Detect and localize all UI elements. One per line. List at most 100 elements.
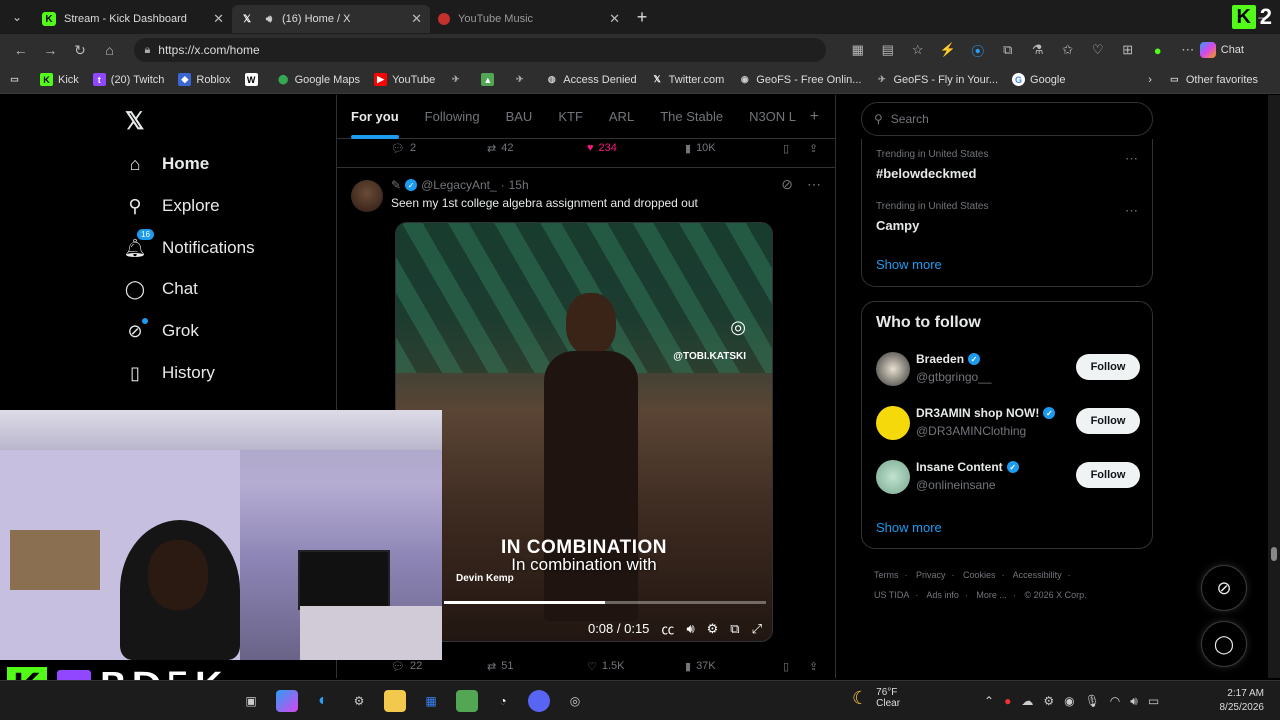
trend-item[interactable]: Trending in United States #belowdeckmed: [876, 149, 988, 181]
follow-button[interactable]: Follow: [1076, 408, 1140, 434]
follow-suggestion[interactable]: DR3AMIN shop NOW! ✓ @DR3AMINClothing Foll…: [876, 404, 1140, 444]
bookmark-google-maps[interactable]: ⬤ Google Maps: [277, 73, 360, 86]
wifi-icon[interactable]: ◠: [1110, 694, 1120, 708]
more-icon[interactable]: ⋯: [1125, 151, 1138, 167]
task-view-icon[interactable]: ▣: [240, 690, 262, 712]
sidebar-item-chat[interactable]: ◯ Chat: [124, 278, 198, 300]
tab-following[interactable]: Following: [425, 95, 480, 139]
extension-icon[interactable]: ⦿: [966, 41, 990, 60]
volume-icon[interactable]: 🔊︎: [686, 621, 694, 637]
reader-icon[interactable]: ▤: [876, 42, 900, 58]
browser-tab-x[interactable]: 𝕏 🔊︎ (16) Home / X ✕: [232, 5, 430, 33]
captions-icon[interactable]: ㏄: [661, 619, 674, 638]
close-tab-icon[interactable]: ✕: [213, 11, 224, 27]
bookmark-kick[interactable]: K Kick: [40, 73, 79, 86]
grok-icon[interactable]: ⊘: [781, 176, 793, 193]
views-button[interactable]: ▮ 10K: [685, 142, 716, 155]
extension-icon[interactable]: ⚡: [936, 42, 960, 58]
health-icon[interactable]: ♡: [1086, 42, 1110, 58]
bookmark-geofs-1[interactable]: ◉ GeoFS - Free Onlin...: [738, 73, 862, 86]
edge-icon[interactable]: ◐: [312, 690, 334, 712]
bookmark-unnamed[interactable]: ✈: [449, 73, 467, 86]
close-tab-icon[interactable]: ✕: [609, 11, 620, 27]
tab-actions-menu[interactable]: ⌄: [0, 0, 34, 34]
bookmark-twitch[interactable]: t (20) Twitch: [92, 73, 164, 86]
like-button[interactable]: ♥ 234: [587, 142, 617, 154]
more-icon[interactable]: ⋯: [1125, 203, 1138, 219]
video-progress-bar[interactable]: [444, 601, 766, 604]
tab-arl[interactable]: ARL: [609, 95, 634, 139]
repost-button[interactable]: ⇄ 42: [487, 142, 513, 155]
bookmark-access-denied[interactable]: ◍ Access Denied: [545, 73, 637, 86]
speaker-icon[interactable]: 🔊︎: [262, 12, 276, 26]
show-more-link[interactable]: Show more: [876, 520, 942, 535]
bookmark-button[interactable]: ▯: [783, 142, 789, 155]
tray-app-icon[interactable]: ☁: [1021, 694, 1033, 708]
avatar[interactable]: [876, 406, 910, 440]
footer-link[interactable]: Cookies: [963, 570, 996, 580]
steam-tray-icon[interactable]: ⚙: [1043, 694, 1054, 708]
puzzle-icon[interactable]: ⧉: [996, 42, 1020, 58]
follow-suggestion[interactable]: Braeden ✓ @gtbgringo__ Follow: [876, 350, 1140, 390]
footer-link[interactable]: US TIDA: [874, 590, 909, 600]
avatar[interactable]: [876, 352, 910, 386]
profile-icon[interactable]: ●: [1146, 43, 1170, 58]
bookmark-roblox[interactable]: ◆ Roblox: [178, 73, 231, 86]
weather-widget[interactable]: ☾ 76°F Clear: [852, 687, 900, 709]
browser-tab-youtube-music[interactable]: YouTube Music ✕: [430, 5, 628, 33]
footer-link[interactable]: Ads info: [926, 590, 959, 600]
settings-gear-icon[interactable]: ⚙: [707, 621, 719, 637]
collections-icon[interactable]: ⊞: [1116, 42, 1140, 58]
avatar[interactable]: [351, 180, 383, 212]
scrollbar-thumb[interactable]: [1271, 547, 1277, 561]
chevron-up-icon[interactable]: ⌃: [984, 694, 994, 708]
clock[interactable]: 2:17 AM 8/25/2026: [1220, 687, 1265, 715]
avatar[interactable]: [876, 460, 910, 494]
back-icon[interactable]: ←: [6, 42, 36, 58]
bookmark-w[interactable]: W: [244, 73, 263, 86]
bookmark-unnamed[interactable]: ▲: [481, 73, 499, 86]
trend-item[interactable]: Trending in United States Campy: [876, 201, 988, 233]
new-tab-button[interactable]: +: [628, 3, 656, 31]
refresh-icon[interactable]: ↻: [65, 42, 95, 59]
favorites-icon[interactable]: ✩: [1056, 42, 1080, 58]
battery-icon[interactable]: ▭: [1148, 694, 1159, 708]
tweet[interactable]: ✎ ✓ @LegacyAnt_ · 15h ⊘ ⋯ Seen my 1st co…: [337, 167, 835, 642]
forward-icon[interactable]: →: [36, 42, 66, 58]
apps-icon[interactable]: ▦: [846, 42, 870, 58]
tray-app-icon[interactable]: ●: [1004, 694, 1011, 708]
microphone-icon[interactable]: 🎙︎: [1085, 694, 1100, 708]
footer-link[interactable]: More ...: [976, 590, 1007, 600]
tab-bau[interactable]: BAU: [506, 95, 533, 139]
volume-icon[interactable]: 🔊︎: [1130, 694, 1138, 709]
messages-fab-button[interactable]: ◯: [1201, 621, 1247, 667]
copilot-chat-button[interactable]: Chat: [1199, 42, 1274, 58]
address-bar[interactable]: 🔒︎ https://x.com/home: [134, 38, 826, 62]
reply-button[interactable]: 💬︎ 2: [391, 142, 416, 155]
tab-for-you[interactable]: For you: [351, 95, 399, 139]
bookmark-google[interactable]: G Google: [1012, 73, 1066, 86]
store-icon[interactable]: ▦: [420, 690, 442, 712]
show-more-link[interactable]: Show more: [876, 257, 942, 272]
reply-button[interactable]: 💬︎ 22: [391, 660, 422, 673]
like-button[interactable]: ♡ 1.5K: [587, 660, 625, 673]
tab-the-stable[interactable]: The Stable: [660, 95, 723, 139]
bookmark-youtube[interactable]: ▶ YouTube: [374, 73, 435, 86]
bookmark-unnamed[interactable]: ✈: [513, 73, 531, 86]
favorite-star-icon[interactable]: ☆: [906, 42, 930, 58]
home-icon[interactable]: ⌂: [95, 42, 125, 58]
footer-link[interactable]: Terms: [874, 570, 899, 580]
other-favorites[interactable]: ▭ Other favorites: [1168, 73, 1258, 86]
x-logo-icon[interactable]: 𝕏: [125, 107, 144, 136]
discord-icon[interactable]: [528, 690, 550, 712]
file-explorer-icon[interactable]: [384, 690, 406, 712]
bookmark-menu[interactable]: ▭: [8, 73, 26, 86]
copilot-icon[interactable]: [276, 690, 298, 712]
sidebar-item-notifications[interactable]: 🔔︎ 16 Notifications: [124, 229, 255, 259]
page-scrollbar[interactable]: [1268, 95, 1280, 678]
follow-button[interactable]: Follow: [1076, 354, 1140, 380]
share-button[interactable]: ⇪: [809, 660, 818, 673]
steam-icon[interactable]: ⚙: [348, 690, 370, 712]
site-info-icon[interactable]: 🔒︎: [144, 44, 150, 57]
share-button[interactable]: ⇪: [809, 142, 818, 155]
